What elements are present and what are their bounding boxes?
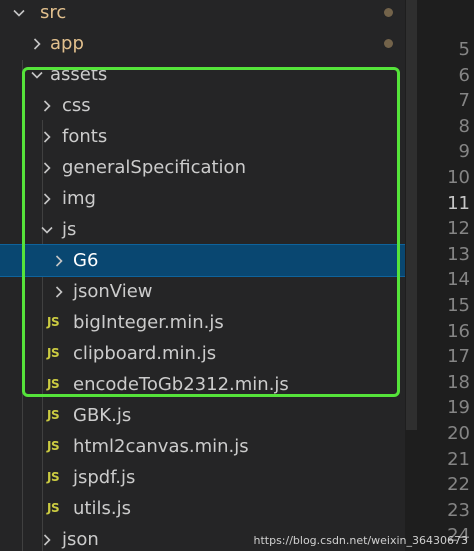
line-number: 22 bbox=[447, 474, 470, 496]
chevron-right-icon[interactable] bbox=[40, 161, 54, 175]
chevron-right-icon[interactable] bbox=[52, 285, 66, 299]
file-item-html2canvas-min-js[interactable]: JS html2canvas.min.js bbox=[0, 431, 405, 462]
modified-indicator-dot bbox=[384, 39, 393, 48]
chevron-right-icon[interactable] bbox=[30, 37, 44, 51]
line-number: 17 bbox=[447, 346, 470, 368]
tree-item-label: jspdf.js bbox=[73, 467, 136, 488]
line-number: 15 bbox=[447, 295, 470, 316]
js-file-icon: JS bbox=[47, 470, 60, 484]
tree-item-label: clipboard.min.js bbox=[73, 343, 217, 364]
tree-item-label: src bbox=[40, 2, 67, 23]
tree-item-label: css bbox=[62, 95, 91, 116]
line-number: 16 bbox=[447, 320, 470, 342]
chevron-right-icon[interactable] bbox=[40, 99, 54, 113]
file-item-encodetogb2312-min-js[interactable]: JS encodeToGb2312.min.js bbox=[0, 369, 405, 400]
line-number: 19 bbox=[447, 397, 470, 419]
js-file-icon: JS bbox=[47, 501, 60, 515]
folder-item-generalspecification[interactable]: generalSpecification bbox=[0, 152, 405, 183]
chevron-right-icon[interactable] bbox=[52, 254, 66, 268]
line-number: 14 bbox=[447, 269, 470, 291]
line-number: 7 bbox=[458, 90, 470, 112]
editor-line-number-gutter: 5 6 7 8 9 10 11 12 13 14 15 16 17 18 19 20 21 22 23 24 bbox=[418, 0, 474, 551]
line-number: 6 bbox=[458, 64, 470, 86]
file-item-gbk-js[interactable]: JS GBK.js bbox=[0, 400, 405, 431]
js-file-icon: JS bbox=[47, 377, 60, 391]
line-number: 11 bbox=[447, 192, 470, 214]
line-number: 21 bbox=[447, 448, 470, 470]
tree-item-label: app bbox=[50, 33, 84, 54]
file-item-biginteger-min-js[interactable]: JS bigInteger.min.js bbox=[0, 307, 405, 338]
line-number: 12 bbox=[447, 218, 470, 240]
folder-item-assets[interactable]: assets bbox=[0, 59, 405, 90]
tree-item-label: encodeToGb2312.min.js bbox=[73, 374, 289, 395]
watermark-text: https://blog.csdn.net/weixin_36430673 bbox=[253, 534, 468, 547]
js-file-icon: JS bbox=[47, 315, 60, 329]
tree-item-label: utils.js bbox=[73, 498, 131, 519]
tree-item-label: js bbox=[62, 219, 77, 240]
folder-item-js[interactable]: js bbox=[0, 214, 405, 245]
chevron-down-icon[interactable] bbox=[12, 6, 26, 20]
folder-item-img[interactable]: img bbox=[0, 183, 405, 214]
line-number: 5 bbox=[458, 39, 470, 60]
file-item-clipboard-min-js[interactable]: JS clipboard.min.js bbox=[0, 338, 405, 369]
modified-indicator-dot bbox=[384, 8, 393, 17]
tree-item-label: html2canvas.min.js bbox=[73, 436, 249, 457]
chevron-down-icon[interactable] bbox=[40, 223, 54, 237]
tree-item-label: jsonView bbox=[73, 281, 153, 302]
tree-item-label: generalSpecification bbox=[62, 157, 246, 178]
tree-item-label: img bbox=[62, 188, 96, 209]
chevron-right-icon[interactable] bbox=[40, 533, 54, 547]
folder-item-jsonview[interactable]: jsonView bbox=[0, 276, 405, 307]
line-number: 23 bbox=[447, 499, 470, 521]
tree-item-label: assets bbox=[50, 64, 108, 85]
tree-item-label: bigInteger.min.js bbox=[73, 312, 224, 333]
folder-item-g6[interactable]: G6 bbox=[0, 244, 405, 277]
js-file-icon: JS bbox=[47, 346, 60, 360]
file-item-utils-js[interactable]: JS utils.js bbox=[0, 493, 405, 524]
js-file-icon: JS bbox=[47, 439, 60, 453]
folder-item-app[interactable]: app bbox=[0, 28, 405, 59]
folder-item-src[interactable]: src bbox=[0, 0, 405, 28]
chevron-right-icon[interactable] bbox=[40, 192, 54, 206]
js-file-icon: JS bbox=[47, 408, 60, 422]
line-number: 10 bbox=[447, 167, 470, 188]
scrollbar-thumb[interactable] bbox=[406, 0, 417, 430]
folder-item-fonts[interactable]: fonts bbox=[0, 121, 405, 152]
file-item-jspdf-js[interactable]: JS jspdf.js bbox=[0, 462, 405, 493]
file-explorer: src app assets css fonts generalSpecification… bbox=[0, 0, 405, 551]
tree-item-label: json bbox=[62, 529, 99, 550]
line-number: 13 bbox=[447, 243, 470, 265]
explorer-scrollbar[interactable] bbox=[405, 0, 418, 551]
line-number: 18 bbox=[447, 371, 470, 393]
chevron-down-icon[interactable] bbox=[30, 68, 44, 82]
chevron-right-icon[interactable] bbox=[40, 130, 54, 144]
tree-item-label: G6 bbox=[73, 250, 99, 271]
folder-item-css[interactable]: css bbox=[0, 90, 405, 121]
line-number: 20 bbox=[447, 423, 470, 444]
line-number: 9 bbox=[458, 141, 470, 163]
tree-item-label: fonts bbox=[62, 126, 108, 147]
line-number: 8 bbox=[458, 115, 470, 137]
tree-item-label: GBK.js bbox=[73, 405, 132, 426]
